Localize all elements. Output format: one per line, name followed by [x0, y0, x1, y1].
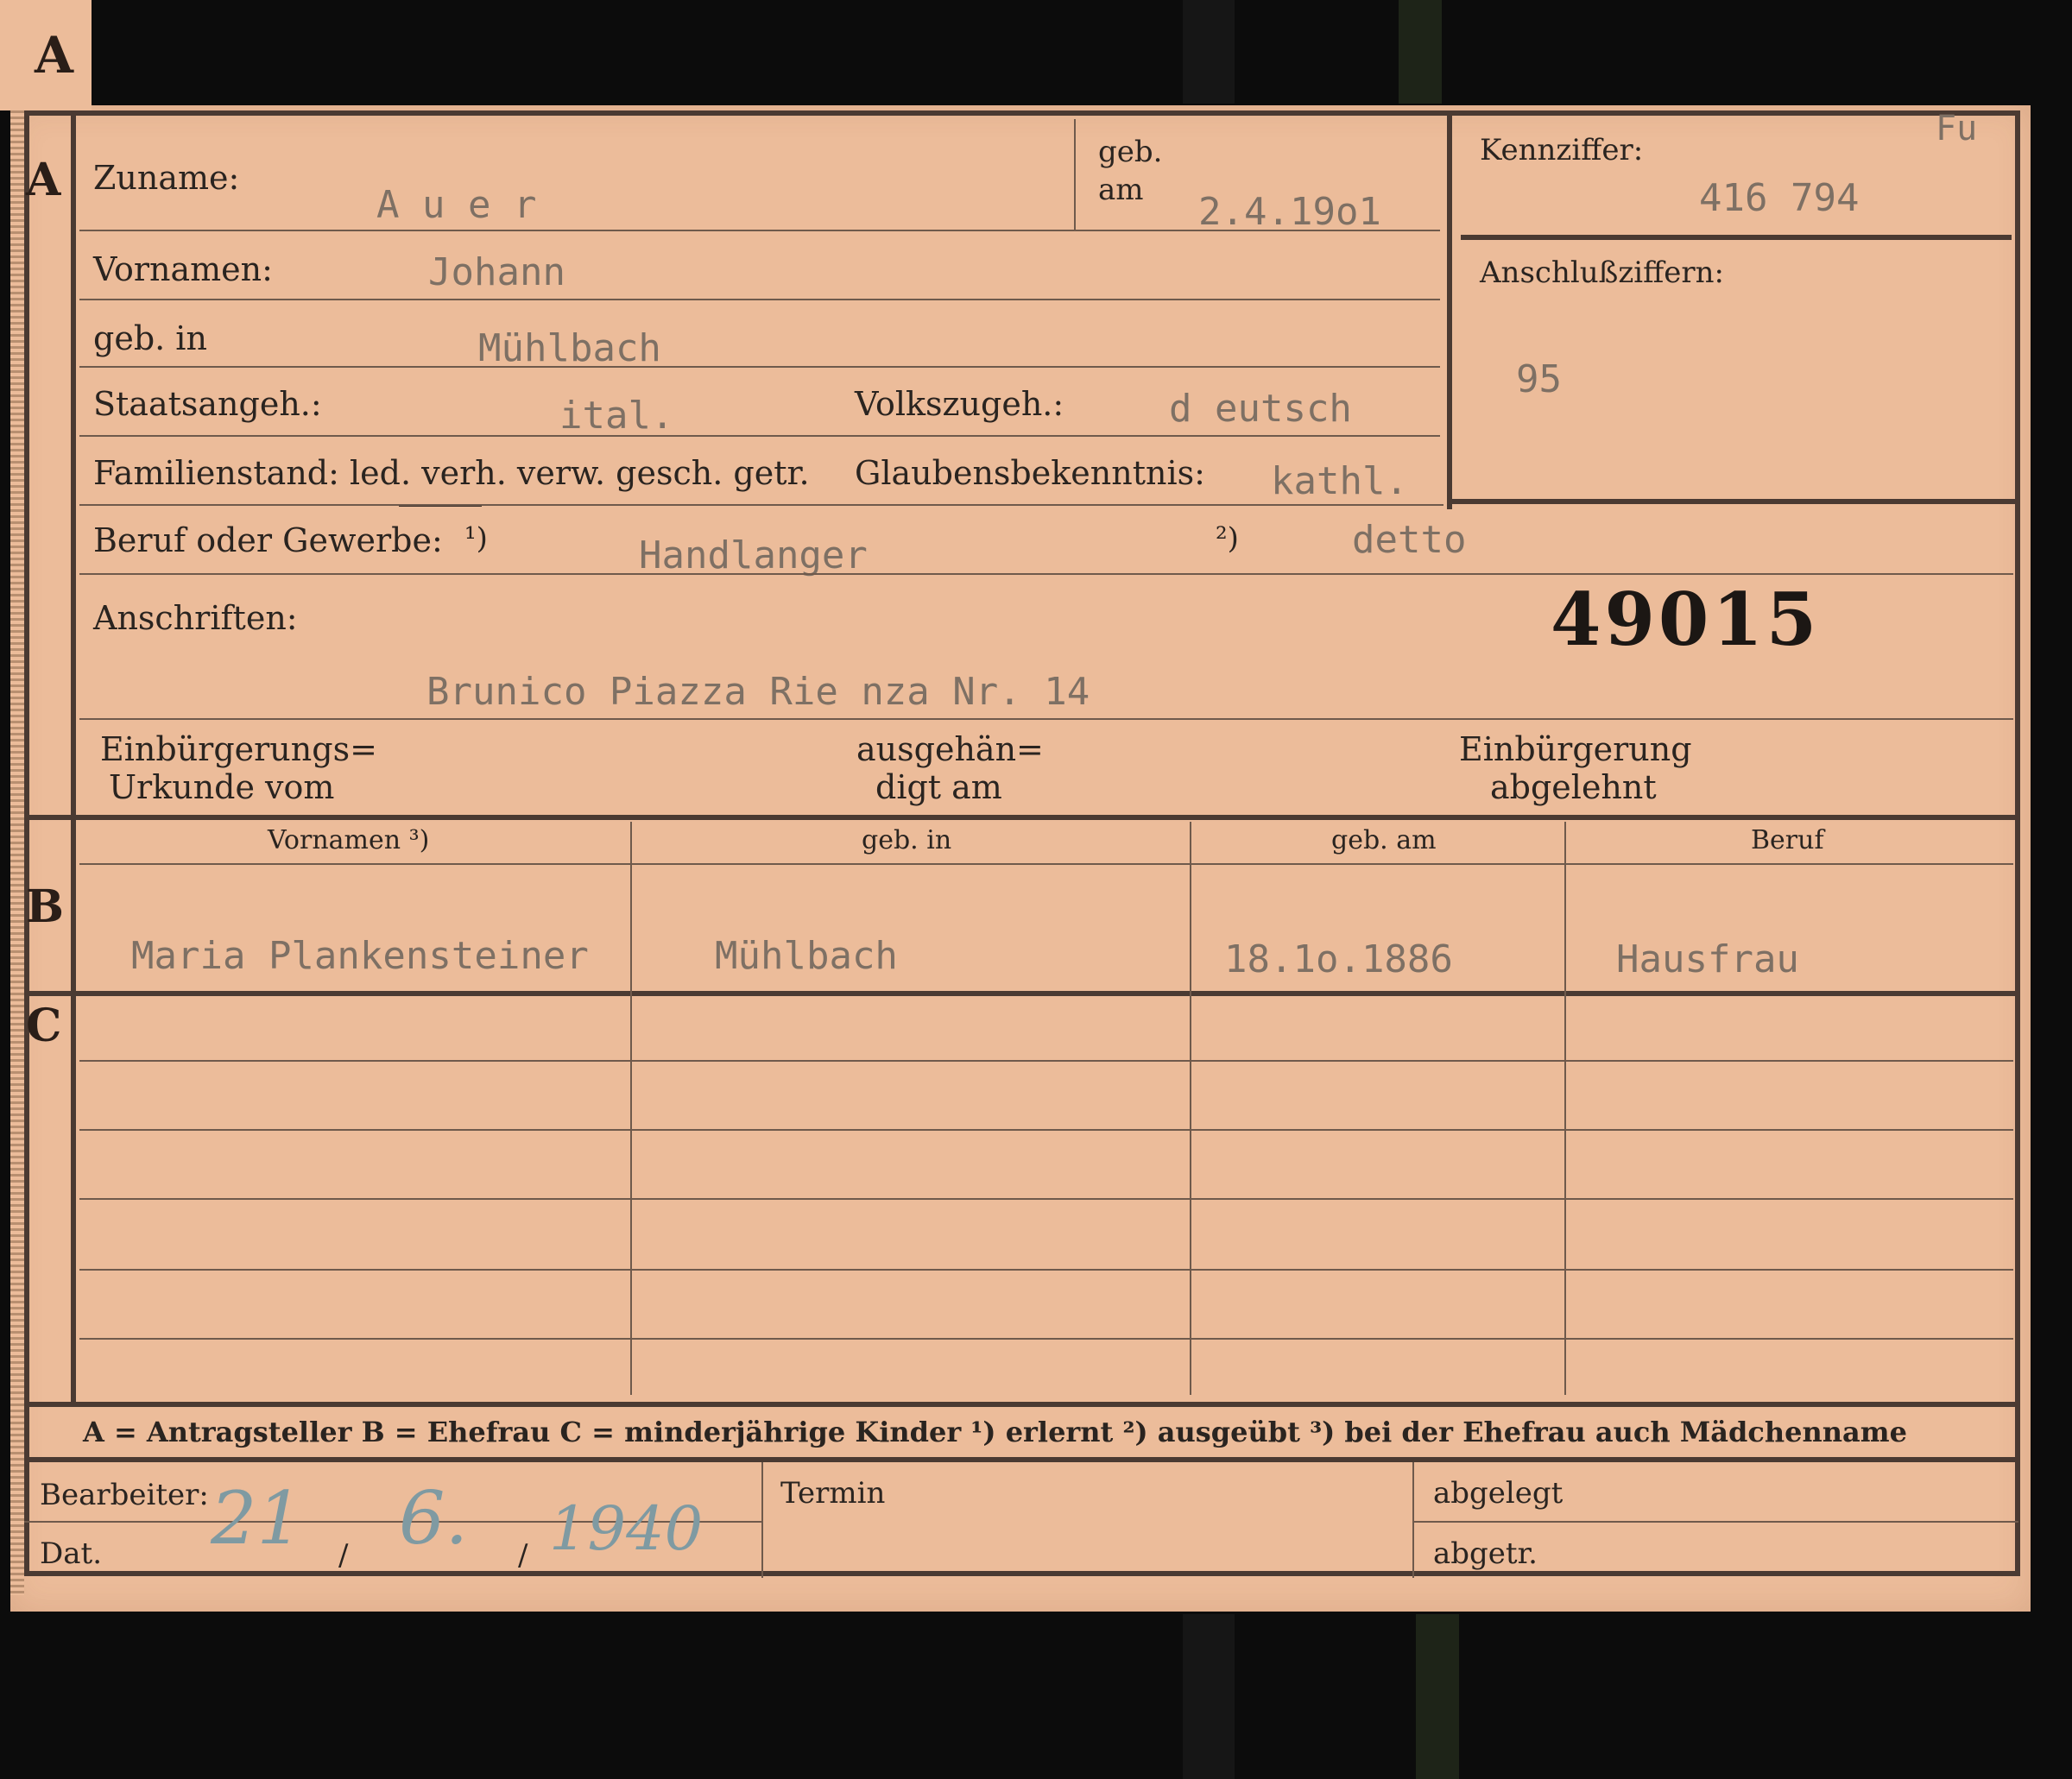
divider	[79, 718, 2013, 720]
top-right-mark: Fu	[1936, 109, 1978, 148]
wife-birthplace: Mühlbach	[715, 934, 898, 978]
divider	[79, 299, 1440, 300]
table-column-line	[630, 822, 632, 1395]
section-c-marker: C	[26, 1000, 62, 1052]
legend-top-border	[24, 1402, 2020, 1407]
bearbeiter-label: Bearbeiter:	[40, 1478, 209, 1512]
table-header-birthplace: geb. in	[862, 825, 952, 855]
religion-value: kathl.	[1271, 459, 1408, 503]
card-torn-edge	[10, 110, 24, 1595]
termin-label: Termin	[780, 1476, 886, 1511]
table-header-birthdate: geb. am	[1331, 825, 1437, 855]
table-column-line	[1412, 1462, 1414, 1578]
born-on-label: geb.	[1098, 135, 1163, 169]
birthplace-label: geb. in	[93, 319, 207, 357]
handwritten-date-day: 21	[211, 1476, 303, 1561]
occupation-learned-value: Handlanger	[639, 533, 868, 577]
handwritten-date-year: 1940	[549, 1493, 704, 1564]
table-row	[79, 1198, 2013, 1200]
surname-value: A u e r	[376, 183, 537, 227]
table-column-line	[1564, 822, 1566, 1395]
section-divider	[24, 815, 2020, 820]
handwritten-date-month: 6.	[399, 1476, 469, 1561]
occupation-label: Beruf oder Gewerbe:	[93, 521, 443, 559]
ethnicity-label: Volkszugeh.:	[855, 385, 1064, 423]
divider	[1414, 1521, 2018, 1523]
date-separator: /	[338, 1538, 349, 1573]
birthplace-value: Mühlbach	[478, 326, 661, 370]
religion-label: Glaubensbekenntnis:	[855, 454, 1205, 492]
anschluss-label: Anschlußziffern:	[1480, 255, 1724, 290]
record-number: 49015	[1551, 577, 1821, 662]
legend-bottom-border	[24, 1457, 2020, 1462]
born-on-label-2: am	[1098, 173, 1144, 207]
id-box-bottom	[1447, 499, 2015, 504]
birth-date-value: 2.4.19o1	[1198, 190, 1381, 234]
address-value: Brunico Piazza Rie nza Nr. 14	[426, 670, 1090, 714]
wife-firstnames: Maria Plankensteiner	[131, 934, 589, 978]
tab-section-letter: A	[35, 26, 74, 85]
firstname-label: Vornamen:	[93, 250, 273, 288]
table-row	[79, 1060, 2013, 1062]
marital-status-label: Familienstand: led. verh. verw. gesch. g…	[93, 454, 810, 492]
wife-birthdate: 18.1o.1886	[1224, 937, 1453, 981]
divider	[79, 573, 2013, 575]
id-box-divider	[1461, 235, 2012, 240]
background-strip	[1183, 0, 1235, 104]
divider	[79, 230, 1440, 231]
table-header-firstnames: Vornamen ³)	[268, 825, 430, 855]
wife-occupation: Hausfrau	[1616, 937, 1799, 981]
date-separator: /	[518, 1538, 528, 1573]
divider	[79, 504, 1443, 506]
kennziffer-value: 416 794	[1699, 176, 1860, 220]
anschluss-value: 95	[1516, 357, 1562, 401]
section-column-divider	[71, 110, 76, 1405]
divider	[79, 366, 1440, 368]
rejected-label-2: abgelehnt	[1490, 768, 1657, 806]
id-box-border	[1447, 116, 1452, 509]
citizenship-label: Staatsangeh.:	[93, 385, 322, 423]
occupation-practiced-value: detto	[1352, 518, 1467, 562]
section-a-marker: A	[26, 154, 61, 206]
divider	[79, 435, 1440, 437]
surname-label: Zuname:	[93, 159, 240, 197]
handed-label: ausgehän=	[856, 730, 1044, 768]
footnote-2-marker: ²)	[1216, 521, 1239, 556]
kennziffer-label: Kennziffer:	[1480, 133, 1644, 167]
date-label: Dat.	[40, 1536, 103, 1571]
section-b-marker: B	[26, 880, 64, 933]
legend-text: A = Antragsteller B = Ehefrau C = minder…	[83, 1416, 1907, 1448]
divider	[1074, 119, 1076, 230]
citizenship-value: ital.	[559, 394, 674, 438]
firstname-value: Johann	[428, 250, 565, 294]
address-label: Anschriften:	[93, 599, 298, 637]
table-row	[79, 1338, 2013, 1340]
footnote-1-marker: ¹)	[464, 521, 488, 556]
background-strip	[1183, 1614, 1235, 1779]
table-row	[79, 1269, 2013, 1271]
table-header-occupation: Beruf	[1751, 825, 1824, 855]
naturalization-label: Einbürgerungs=	[100, 730, 377, 768]
background-strip	[1399, 0, 1442, 104]
card-tab: A	[0, 0, 92, 110]
section-divider	[24, 991, 2020, 996]
handed-label-2: digt am	[875, 768, 1002, 806]
table-column-line	[1190, 822, 1191, 1395]
ethnicity-value: d eutsch	[1169, 387, 1352, 431]
rejected-label: Einbürgerung	[1459, 730, 1692, 768]
filed-label: abgelegt	[1433, 1476, 1563, 1511]
divider	[79, 863, 2013, 865]
naturalization-label-2: Urkunde vom	[109, 768, 335, 806]
removed-label: abgetr.	[1433, 1536, 1538, 1571]
table-row	[79, 1129, 2013, 1131]
background-strip	[1416, 1614, 1459, 1779]
table-column-line	[761, 1462, 763, 1578]
